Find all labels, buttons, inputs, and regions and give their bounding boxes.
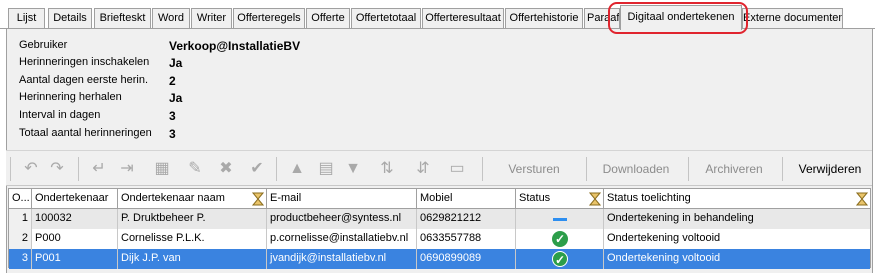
prop-value: Ja — [169, 56, 183, 70]
cell-mobiel[interactable]: 0629821212 — [417, 209, 516, 229]
col-header-order[interactable]: O... — [9, 189, 32, 209]
cell-email[interactable]: p.cornelisse@installatiebv.nl — [267, 229, 417, 249]
tab-offertetotaal[interactable]: Offertetotaal — [351, 8, 421, 29]
tab-bar: Lijst Details Briefteskt Word Writer Off… — [0, 0, 875, 34]
col-header-status-toelichting[interactable]: Status toelichting — [604, 189, 870, 209]
cell-naam[interactable]: Dijk J.P. van — [118, 249, 267, 269]
cell-ondertekenaar[interactable]: P000 — [32, 229, 118, 249]
prop-label: Totaal aantal herinneringen — [19, 127, 152, 139]
downloaden-button[interactable]: Downloaden — [596, 159, 676, 179]
tab-offertehistorie[interactable]: Offertehistorie — [505, 8, 583, 29]
tab-digitaal-ondertekenen[interactable]: Digitaal ondertekenen — [620, 5, 742, 30]
grid-delete-icon[interactable]: ✖ — [215, 159, 237, 179]
tab-writer[interactable]: Writer — [191, 8, 232, 29]
cell-ondertekenaar[interactable]: 100032 — [32, 209, 118, 229]
prop-label: Herinneringen inschakelen — [19, 56, 150, 68]
toolbar-separator — [78, 157, 79, 181]
cell-status-toelichting[interactable]: Ondertekening voltooid — [604, 229, 870, 249]
prop-value: 3 — [169, 127, 176, 141]
grid-add-icon[interactable]: ▦ — [151, 159, 173, 179]
toolbar-separator — [10, 157, 11, 181]
prop-value: 3 — [169, 109, 176, 123]
toolbar-separator — [276, 157, 277, 181]
cell-status-toelichting[interactable]: Ondertekening in behandeling — [604, 209, 870, 229]
grid-edit-icon[interactable]: ✎ — [184, 159, 206, 179]
undo-icon[interactable]: ↶ — [20, 159, 42, 179]
prop-label: Herinnering herhalen — [19, 91, 122, 103]
hourglass-icon[interactable] — [252, 192, 264, 206]
move-down-icon[interactable]: ▼ — [342, 159, 364, 179]
col-header-label: Status — [519, 192, 551, 204]
tab-offerteregels[interactable]: Offerteregels — [233, 8, 305, 29]
move-row-icon[interactable]: ▤ — [315, 159, 337, 179]
return-icon[interactable]: ↵ — [88, 159, 110, 179]
table-row[interactable]: 1 100032 P. Druktbeheer P. productbeheer… — [9, 209, 870, 229]
exit-icon[interactable]: ▭ — [446, 159, 468, 179]
col-header-mobiel[interactable]: Mobiel — [417, 189, 516, 209]
cell-order: 1 — [9, 209, 32, 229]
prop-value: Verkoop@InstallatieBV — [169, 39, 301, 53]
hourglass-icon[interactable] — [856, 192, 868, 206]
col-header-email[interactable]: E-mail — [267, 189, 417, 209]
toolbar-separator — [688, 157, 689, 181]
signers-grid: O... Ondertekenaar Ondertekenaar naam E-… — [8, 188, 871, 269]
cell-status[interactable]: ✓ — [516, 249, 604, 269]
col-header-status[interactable]: Status — [516, 189, 604, 209]
archiveren-button[interactable]: Archiveren — [698, 159, 770, 179]
redo-icon[interactable]: ↷ — [46, 159, 68, 179]
cell-order: 2 — [9, 229, 32, 249]
cell-naam[interactable]: Cornelisse P.L.K. — [118, 229, 267, 249]
check-circle-icon: ✓ — [552, 251, 568, 267]
prop-value: 2 — [169, 74, 176, 88]
cell-mobiel[interactable]: 0633557788 — [417, 229, 516, 249]
prop-value: Ja — [169, 91, 183, 105]
sort-options-icon[interactable]: ⇵ — [412, 159, 434, 179]
cell-status[interactable]: ✓ — [516, 229, 604, 249]
check-circle-icon: ✓ — [552, 231, 568, 247]
toolbar-separator — [586, 157, 587, 181]
cell-status-toelichting[interactable]: Ondertekening voltooid — [604, 249, 870, 269]
sort-ascending-icon[interactable]: ⇅ — [376, 159, 398, 179]
insert-row-icon[interactable]: ⇥ — [116, 159, 138, 179]
cell-order: 3 — [9, 249, 32, 269]
tab-offerteresultaat[interactable]: Offerteresultaat — [422, 8, 504, 29]
tab-offerte[interactable]: Offerte — [306, 8, 350, 29]
prop-label: Interval in dagen — [19, 109, 101, 121]
hourglass-icon[interactable] — [589, 192, 601, 206]
versturen-button[interactable]: Versturen — [498, 159, 570, 179]
cell-mobiel[interactable]: 0690899089 — [417, 249, 516, 269]
tab-lijst[interactable]: Lijst — [8, 8, 45, 29]
grid-header: O... Ondertekenaar Ondertekenaar naam E-… — [9, 189, 870, 209]
prop-label: Gebruiker — [19, 39, 68, 51]
tab-details[interactable]: Details — [48, 8, 92, 29]
cell-naam[interactable]: P. Druktbeheer P. — [118, 209, 267, 229]
cell-status[interactable] — [516, 209, 604, 229]
move-up-icon[interactable]: ▲ — [286, 159, 308, 179]
toolbar-separator — [482, 157, 483, 181]
table-row[interactable]: 2 P000 Cornelisse P.L.K. p.cornelisse@in… — [9, 229, 870, 249]
tab-briefteskt[interactable]: Briefteskt — [94, 8, 151, 29]
col-header-naam[interactable]: Ondertekenaar naam — [118, 189, 267, 209]
toolbar: ↶ ↷ ↵ ⇥ ▦ ✎ ✖ ✔ ▲ ▤ ▼ ⇅ ⇵ ▭ Versturen Do… — [6, 150, 872, 186]
toolbar-separator — [782, 157, 783, 181]
tab-paraaf[interactable]: Paraaf — [584, 8, 620, 29]
col-header-label: Ondertekenaar naam — [121, 192, 225, 204]
cell-ondertekenaar[interactable]: P001 — [32, 249, 118, 269]
cell-email[interactable]: productbeheer@syntess.nl — [267, 209, 417, 229]
status-pending-icon — [553, 218, 567, 221]
tab-word[interactable]: Word — [152, 8, 190, 29]
col-header-ondertekenaar[interactable]: Ondertekenaar — [32, 189, 118, 209]
col-header-label: Status toelichting — [607, 192, 691, 204]
grid-check-icon[interactable]: ✔ — [246, 159, 268, 179]
verwijderen-button[interactable]: Verwijderen — [792, 159, 868, 179]
prop-label: Aantal dagen eerste herin. — [19, 74, 149, 86]
table-row-selected[interactable]: 3 P001 Dijk J.P. van jvandijk@installati… — [9, 249, 870, 269]
cell-email[interactable]: jvandijk@installatiebv.nl — [267, 249, 417, 269]
tab-externe-documenten[interactable]: Externe documenten — [742, 8, 843, 29]
